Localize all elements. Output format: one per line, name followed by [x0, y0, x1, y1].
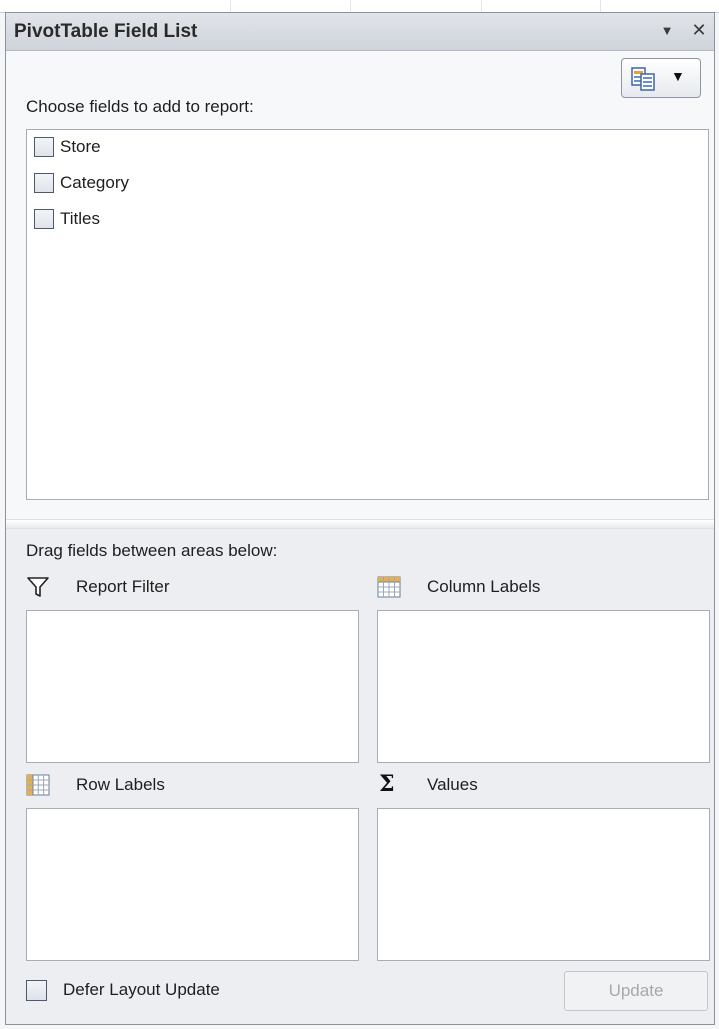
field-label: Store: [60, 137, 101, 156]
report-filter-drop-area[interactable]: [26, 610, 359, 763]
filter-icon: [27, 577, 49, 597]
row-labels-label: Row Labels: [76, 775, 165, 794]
field-layout-button[interactable]: ▼: [621, 58, 701, 98]
field-checkbox[interactable]: [34, 209, 54, 229]
column-divider: [350, 0, 351, 12]
column-divider: [230, 0, 231, 12]
close-icon[interactable]: ✕: [688, 19, 710, 41]
column-labels-label: Column Labels: [427, 577, 541, 596]
pane-title: PivotTable Field List: [14, 21, 198, 42]
pane-title-bar[interactable]: PivotTable Field List ▼ ✕: [6, 13, 714, 51]
field-list-box[interactable]: Store Category Titles: [26, 129, 709, 500]
column-divider: [600, 0, 601, 12]
pivottable-field-list-pane: PivotTable Field List ▼ ✕ ▼ Choose field…: [5, 12, 715, 1025]
column-labels-drop-area[interactable]: [377, 610, 710, 763]
defer-layout-checkbox[interactable]: [26, 980, 47, 1001]
task-pane-options-icon[interactable]: ▼: [656, 20, 678, 42]
column-grid-icon: [377, 576, 401, 598]
row-labels-drop-area[interactable]: [26, 808, 359, 961]
field-label: Category: [60, 173, 129, 192]
choose-fields-label: Choose fields to add to report:: [26, 97, 254, 116]
field-label: Titles: [60, 209, 100, 228]
field-checkbox[interactable]: [34, 173, 54, 193]
defer-layout-label: Defer Layout Update: [63, 980, 220, 999]
report-filter-label: Report Filter: [76, 577, 170, 596]
field-section-layout-icon: [631, 67, 655, 91]
section-splitter[interactable]: [6, 519, 714, 529]
sigma-icon: Σ: [379, 771, 395, 797]
row-grid-icon: [26, 774, 50, 796]
chevron-down-icon: ▼: [671, 68, 685, 84]
field-checkbox[interactable]: [34, 137, 54, 157]
update-button[interactable]: Update: [564, 971, 708, 1011]
values-drop-area[interactable]: [377, 808, 710, 961]
drag-fields-label: Drag fields between areas below:: [26, 541, 278, 560]
values-label: Values: [427, 775, 478, 794]
column-divider: [481, 0, 482, 12]
